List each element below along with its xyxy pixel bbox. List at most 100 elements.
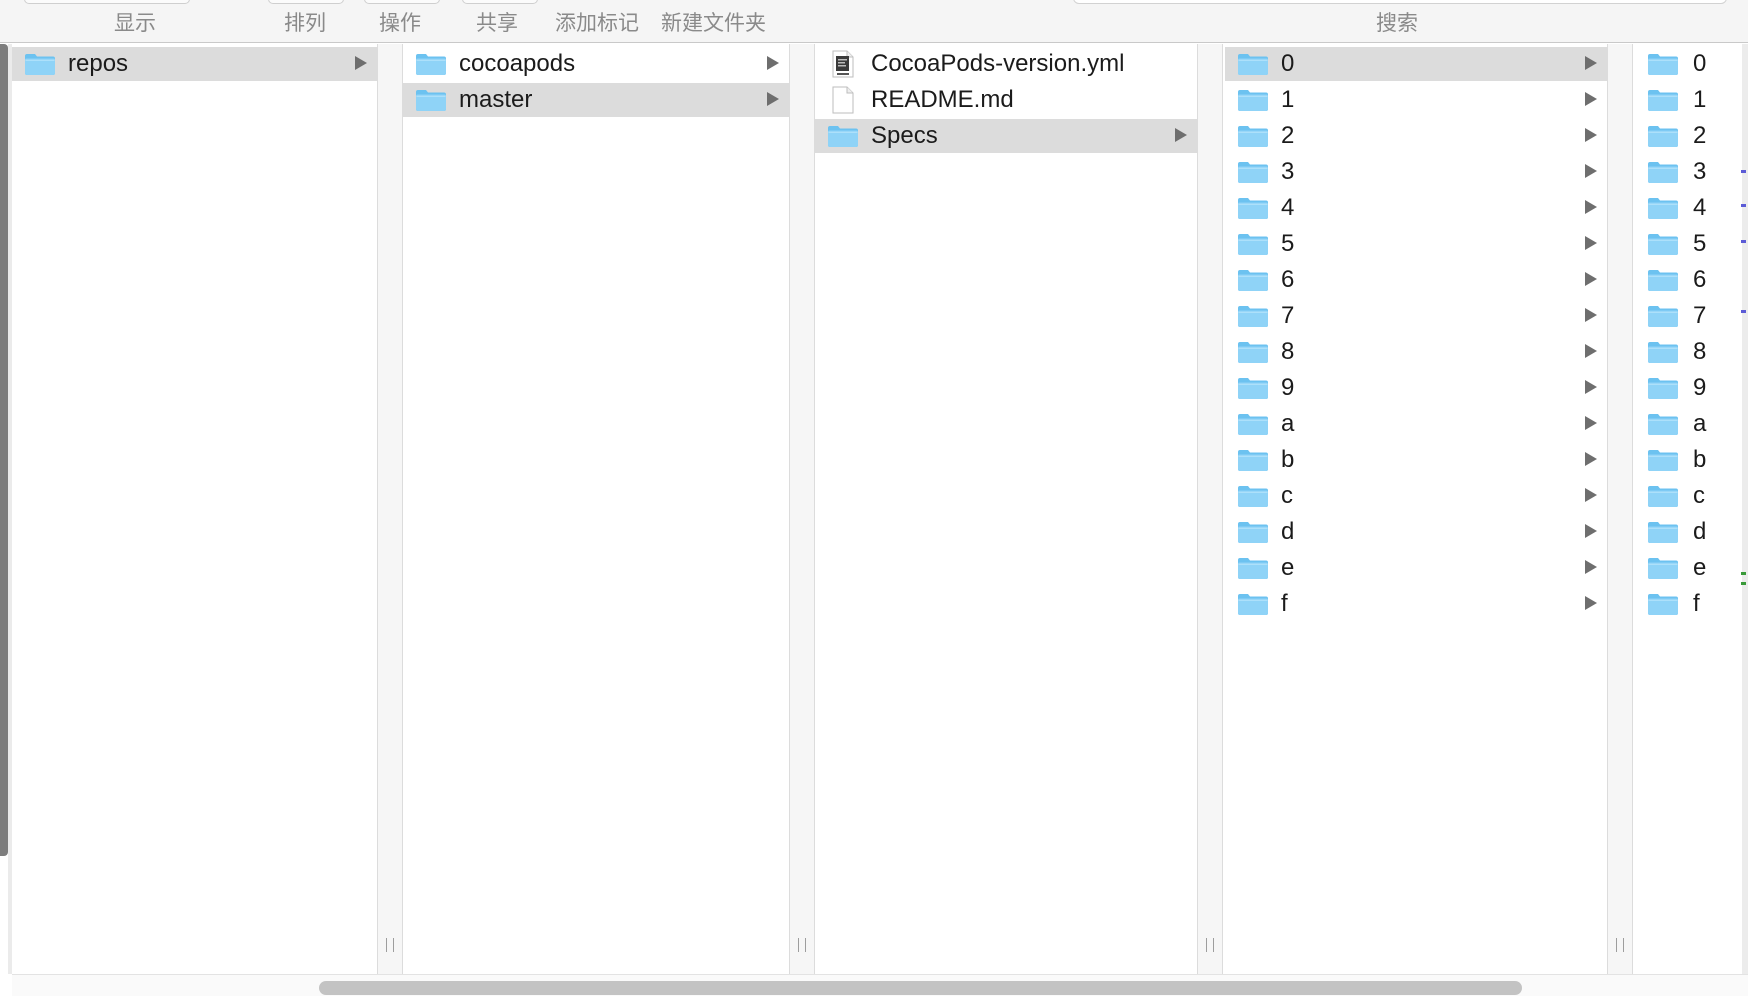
list-item[interactable]: 4 bbox=[1225, 191, 1607, 225]
folder-icon bbox=[1648, 198, 1678, 219]
folder-icon bbox=[1648, 234, 1678, 255]
list-item[interactable]: cocoapods bbox=[403, 47, 789, 81]
column-divider-2[interactable] bbox=[789, 44, 815, 974]
list-item[interactable]: 3 bbox=[1225, 155, 1607, 189]
share-button[interactable] bbox=[462, 0, 538, 4]
folder-icon bbox=[1238, 594, 1268, 615]
arrange-button[interactable] bbox=[268, 0, 344, 4]
folder-icon bbox=[1648, 450, 1678, 471]
folder-icon bbox=[1238, 54, 1268, 75]
folder-icon bbox=[1238, 558, 1268, 579]
list-item[interactable]: e bbox=[1635, 551, 1742, 585]
list-item[interactable]: c bbox=[1635, 479, 1742, 513]
column-resize-handle-icon[interactable] bbox=[1206, 938, 1214, 952]
list-item[interactable]: CocoaPods-version.yml bbox=[815, 47, 1197, 81]
list-item[interactable]: 9 bbox=[1635, 371, 1742, 405]
list-item[interactable]: a bbox=[1225, 407, 1607, 441]
list-item[interactable]: 0 bbox=[1635, 47, 1742, 81]
list-item[interactable]: 2 bbox=[1225, 119, 1607, 153]
search-label[interactable]: 搜索 bbox=[1376, 7, 1418, 37]
column-resize-handle-icon[interactable] bbox=[798, 938, 806, 952]
window-edge-scrollbar[interactable] bbox=[0, 44, 8, 856]
folder-icon bbox=[1648, 558, 1678, 579]
share-label[interactable]: 共享 bbox=[476, 7, 518, 37]
list-item[interactable]: a bbox=[1635, 407, 1742, 441]
list-item[interactable]: 7 bbox=[1635, 299, 1742, 333]
item-name: 6 bbox=[1693, 266, 1707, 293]
horizontal-scroll-thumb[interactable] bbox=[319, 981, 1522, 995]
action-button[interactable] bbox=[364, 0, 440, 4]
folder-icon bbox=[1238, 342, 1268, 363]
item-name: d bbox=[1281, 518, 1295, 545]
disclosure-arrow-icon bbox=[1175, 128, 1187, 142]
list-item[interactable]: d bbox=[1225, 515, 1607, 549]
item-name: 5 bbox=[1693, 230, 1707, 257]
column-5: 0 1 2 3 4 5 6 7 8 9 abcdef bbox=[1635, 44, 1742, 974]
column-divider-4[interactable] bbox=[1607, 44, 1633, 974]
item-name: 2 bbox=[1693, 122, 1707, 149]
item-name: f bbox=[1281, 590, 1288, 617]
list-item[interactable]: 6 bbox=[1635, 263, 1742, 297]
item-name: b bbox=[1693, 446, 1707, 473]
item-name: 1 bbox=[1281, 86, 1295, 113]
item-name: a bbox=[1693, 410, 1707, 437]
column-resize-handle-icon[interactable] bbox=[386, 938, 394, 952]
list-item[interactable]: 7 bbox=[1225, 299, 1607, 333]
list-item[interactable]: 1 bbox=[1225, 83, 1607, 117]
list-item[interactable]: 1 bbox=[1635, 83, 1742, 117]
folder-icon bbox=[1238, 450, 1268, 471]
list-item[interactable]: b bbox=[1225, 443, 1607, 477]
list-item[interactable]: repos bbox=[12, 47, 377, 81]
new-folder-label[interactable]: 新建文件夹 bbox=[661, 7, 766, 37]
item-name: a bbox=[1281, 410, 1295, 437]
list-item[interactable]: d bbox=[1635, 515, 1742, 549]
list-item[interactable]: f bbox=[1635, 587, 1742, 621]
list-item[interactable]: README.md bbox=[815, 83, 1197, 117]
item-name: 0 bbox=[1281, 50, 1295, 77]
search-field[interactable] bbox=[1073, 0, 1727, 4]
folder-icon bbox=[1238, 162, 1268, 183]
add-tags-label[interactable]: 添加标记 bbox=[555, 7, 639, 37]
view-label[interactable]: 显示 bbox=[114, 7, 156, 37]
item-name: 3 bbox=[1693, 158, 1707, 185]
finder-toolbar: 显示 排列 操作 共享 添加标记 新建文件夹 搜索 bbox=[0, 0, 1748, 43]
disclosure-arrow-icon bbox=[1585, 380, 1597, 394]
list-item[interactable]: c bbox=[1225, 479, 1607, 513]
item-name: 8 bbox=[1693, 338, 1707, 365]
item-name: 4 bbox=[1693, 194, 1707, 221]
folder-icon bbox=[1648, 378, 1678, 399]
column-resize-handle-icon[interactable] bbox=[1616, 938, 1624, 952]
disclosure-arrow-icon bbox=[767, 92, 779, 106]
list-item[interactable]: 2 bbox=[1635, 119, 1742, 153]
list-item[interactable]: Specs bbox=[815, 119, 1197, 153]
item-name: e bbox=[1693, 554, 1707, 581]
list-item[interactable]: 4 bbox=[1635, 191, 1742, 225]
arrange-label[interactable]: 排列 bbox=[284, 7, 326, 37]
column-divider-3[interactable] bbox=[1197, 44, 1223, 974]
list-item[interactable]: master bbox=[403, 83, 789, 117]
list-item[interactable]: 6 bbox=[1225, 263, 1607, 297]
horizontal-scrollbar[interactable] bbox=[12, 974, 1748, 996]
list-item[interactable]: 5 bbox=[1225, 227, 1607, 261]
column-divider-1[interactable] bbox=[377, 44, 403, 974]
item-name: cocoapods bbox=[459, 50, 576, 77]
disclosure-arrow-icon bbox=[355, 56, 367, 70]
folder-icon bbox=[1238, 198, 1268, 219]
folder-icon bbox=[1238, 522, 1268, 543]
list-item[interactable]: 8 bbox=[1635, 335, 1742, 369]
list-item[interactable]: 3 bbox=[1635, 155, 1742, 189]
column-4: 0 1 2 3 4 5 6 7 8 9 abcdef bbox=[1225, 44, 1607, 974]
disclosure-arrow-icon bbox=[1585, 416, 1597, 430]
list-item[interactable]: 9 bbox=[1225, 371, 1607, 405]
list-item[interactable]: 8 bbox=[1225, 335, 1607, 369]
list-item[interactable]: f bbox=[1225, 587, 1607, 621]
view-button[interactable] bbox=[24, 0, 190, 4]
item-name: README.md bbox=[871, 86, 1014, 113]
disclosure-arrow-icon bbox=[1585, 344, 1597, 358]
action-label[interactable]: 操作 bbox=[379, 7, 421, 37]
list-item[interactable]: b bbox=[1635, 443, 1742, 477]
item-name: 9 bbox=[1693, 374, 1707, 401]
list-item[interactable]: 5 bbox=[1635, 227, 1742, 261]
list-item[interactable]: e bbox=[1225, 551, 1607, 585]
list-item[interactable]: 0 bbox=[1225, 47, 1607, 81]
